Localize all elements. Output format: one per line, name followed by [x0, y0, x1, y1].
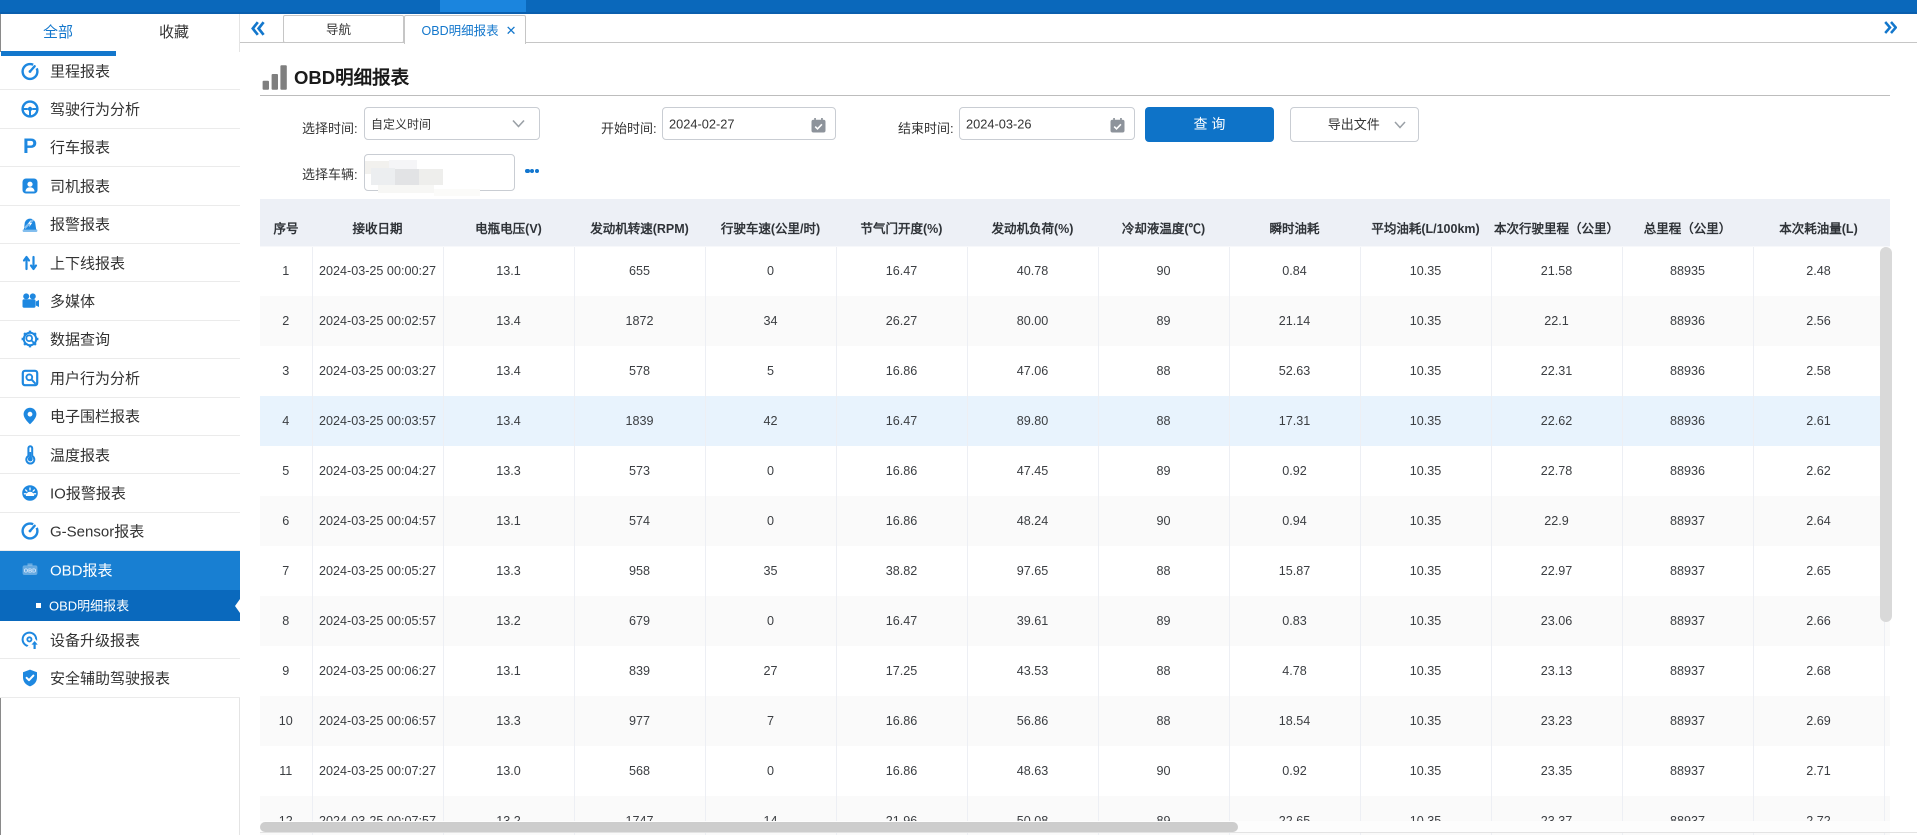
svg-text:OBD: OBD	[24, 569, 36, 575]
